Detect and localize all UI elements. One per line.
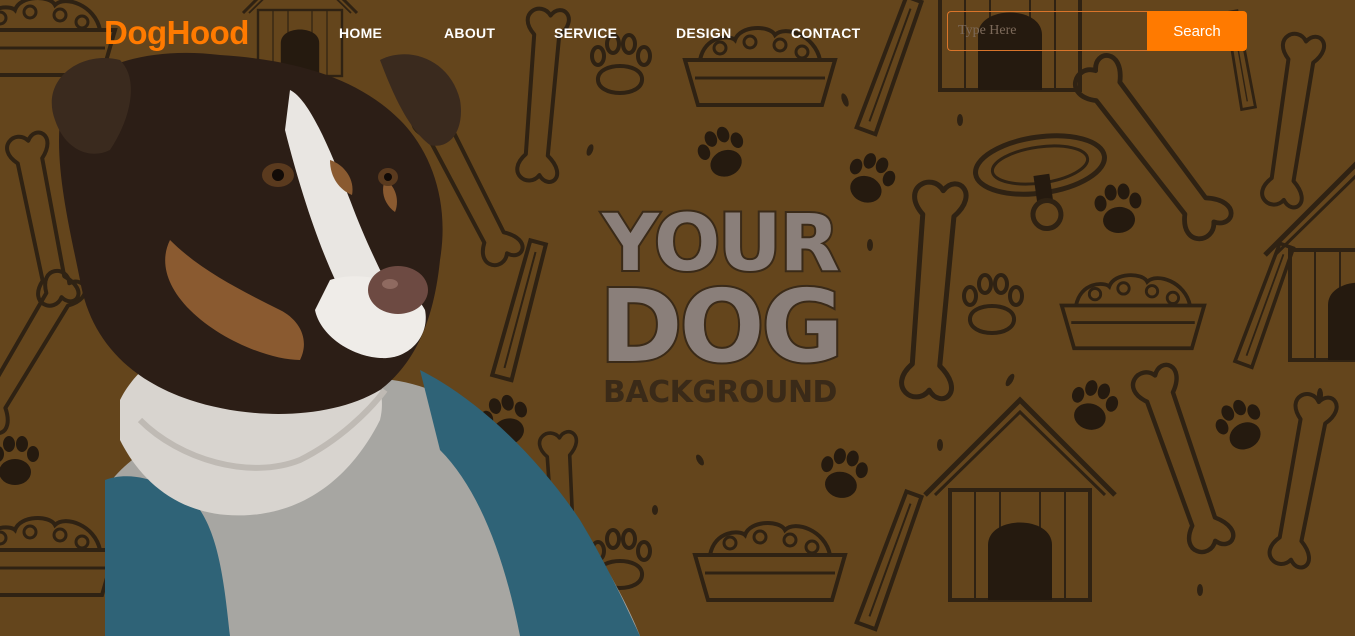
nav-home-link[interactable]: HOME (339, 25, 382, 41)
nav-contact-link[interactable]: CONTACT (791, 25, 861, 41)
nav-design-link[interactable]: DESIGN (676, 25, 731, 41)
nav-about-link[interactable]: ABOUT (444, 25, 495, 41)
nav-service-link[interactable]: SERVICE (554, 25, 617, 41)
hero-section: DogHood HOME ABOUT SERVICE DESIGN CONTAC… (0, 0, 1355, 636)
brand-logo[interactable]: DogHood (104, 14, 249, 52)
dog-photo (51, 52, 640, 636)
top-navbar: DogHood HOME ABOUT SERVICE DESIGN CONTAC… (0, 0, 1355, 66)
hero-line-dog: DOG (597, 268, 845, 385)
search-button[interactable]: Search (1147, 11, 1247, 51)
hero-line-background: BACKGROUND (603, 375, 837, 410)
hero-headline: YOUR DOG BACKGROUND (595, 203, 845, 410)
search-input[interactable] (947, 11, 1147, 51)
